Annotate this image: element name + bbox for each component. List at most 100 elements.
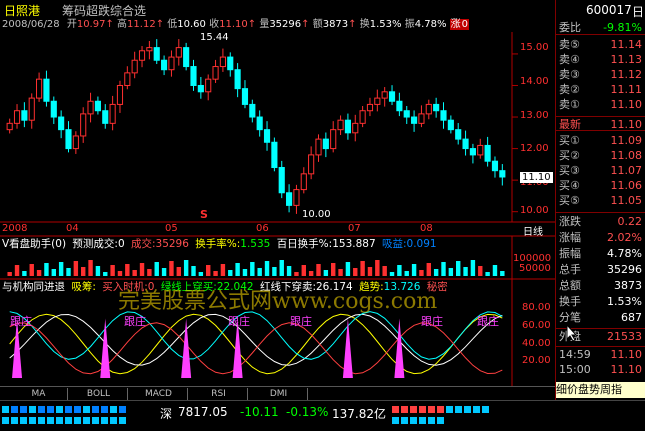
volume-bar — [426, 263, 431, 276]
indicator1-name[interactable]: V看盘助手(0) — [2, 238, 66, 250]
heat-bar — [2, 417, 9, 424]
volume-bar — [7, 272, 12, 276]
candle-body — [271, 141, 278, 169]
ask-row[interactable]: 卖④ 11.13 — [556, 52, 645, 67]
volume-bar — [338, 269, 343, 276]
ask-row[interactable]: 卖① 11.10 — [556, 97, 645, 112]
stat-value: 3873 — [614, 279, 642, 292]
indicator2-name[interactable]: 与机构同进退 — [2, 281, 65, 293]
candle-body — [286, 192, 293, 206]
candle-body — [87, 100, 94, 115]
volume-bar — [382, 266, 387, 276]
heat-bar — [410, 406, 417, 413]
heat-bar — [482, 406, 489, 413]
stat-value: 2.02% — [607, 231, 642, 244]
heat-bar — [47, 417, 54, 424]
bid-row[interactable]: 买④ 11.06 — [556, 178, 645, 193]
volume-bar — [228, 270, 233, 276]
candle-body — [300, 173, 307, 191]
volume-bar — [492, 265, 498, 276]
volume-bar — [191, 266, 196, 276]
stat-label: 分笔 — [559, 311, 581, 324]
tab-macd[interactable]: MACD — [130, 388, 188, 400]
heat-bar — [428, 406, 435, 413]
volume-bar — [323, 270, 329, 276]
volume-bar — [22, 271, 27, 276]
volume-bar — [308, 271, 314, 276]
price-tick-label: 10.00 — [520, 205, 549, 216]
tab-rsi[interactable]: RSI — [190, 388, 248, 400]
bid-row[interactable]: 买② 11.08 — [556, 148, 645, 163]
time-tick-label: 07 — [348, 223, 361, 234]
heat-bar — [29, 417, 36, 424]
candle-body — [72, 135, 79, 150]
volume-bar — [235, 263, 240, 276]
main-chart[interactable] — [0, 0, 555, 386]
indicator1-absorb: 0.091 — [406, 238, 437, 250]
heat-bar — [119, 406, 126, 413]
heat-bar — [92, 406, 99, 413]
candle-body — [381, 91, 388, 99]
heat-bar — [47, 406, 54, 413]
candle-body — [58, 116, 65, 131]
ask-row[interactable]: 卖③ 11.12 — [556, 67, 645, 82]
candle-body — [21, 110, 28, 121]
volume-bar — [44, 263, 49, 276]
candle-body — [116, 84, 124, 105]
volume-bar — [183, 260, 189, 276]
volume-bar — [198, 272, 204, 276]
volume-bar — [103, 272, 108, 276]
volume-bar — [441, 262, 446, 276]
volume-bar — [345, 262, 351, 276]
last-row[interactable]: 最新 11.10 — [556, 116, 645, 131]
heat-bar — [419, 406, 426, 413]
status-bar: 深 7817.05 -10.11 -0.13% 137.82亿 — [0, 400, 645, 430]
volume-bar — [36, 270, 42, 276]
heat-bar — [401, 417, 408, 424]
stock-code[interactable]: 600017 — [586, 3, 632, 17]
bid-row[interactable]: 买⑤ 11.05 — [556, 193, 645, 208]
follow-label: 跟庄 — [421, 315, 443, 328]
bid-row[interactable]: 买① 11.09 — [556, 133, 645, 148]
volume-bar — [456, 261, 461, 276]
follow-spike — [100, 318, 111, 378]
volume-bar — [397, 265, 402, 276]
tab-dmi[interactable]: DMI — [250, 388, 308, 400]
heat-bar — [74, 406, 81, 413]
candle-body — [396, 100, 403, 112]
bid-label: 买③ — [559, 164, 580, 177]
bid-price: 11.09 — [610, 134, 643, 147]
volume-bar — [360, 261, 365, 276]
volume-bar — [169, 261, 174, 276]
last-label: 最新 — [559, 118, 581, 131]
volume-bar — [117, 271, 123, 276]
candle-body — [484, 144, 491, 162]
volume-bar — [286, 266, 292, 276]
indicator1-axis-mid: 50000 — [519, 263, 551, 274]
stat-row[interactable]: 分笔 687 — [556, 310, 645, 325]
candle-body — [227, 56, 234, 71]
footer-tabs[interactable]: 细价盘势周指 — [556, 382, 645, 398]
volume-bar — [250, 262, 255, 276]
candle-body — [65, 129, 72, 150]
candle-body — [256, 116, 263, 131]
bid-label: 买⑤ — [559, 194, 580, 207]
volume-bar — [29, 264, 34, 276]
volume-bar — [411, 264, 417, 276]
candle-body — [425, 103, 432, 115]
indicator1-hundred: 153.887 — [332, 238, 376, 250]
absorb-line — [9, 322, 503, 375]
bid-row[interactable]: 买③ 11.07 — [556, 163, 645, 178]
candle-body — [322, 138, 329, 150]
stat-row: 振幅 4.78% — [556, 246, 645, 261]
volume-bar — [470, 260, 476, 276]
ask-row[interactable]: 卖⑤ 11.14 — [556, 37, 645, 52]
volume-bar — [375, 260, 380, 276]
ask-price: 11.12 — [610, 68, 643, 81]
tab-boll[interactable]: BOLL — [70, 388, 128, 400]
candle-body — [455, 129, 462, 140]
period-label[interactable]: 日线 — [523, 223, 543, 238]
tab-ma[interactable]: MA — [10, 388, 68, 400]
candle-body — [374, 97, 381, 105]
ask-row[interactable]: 卖② 11.11 — [556, 82, 645, 97]
